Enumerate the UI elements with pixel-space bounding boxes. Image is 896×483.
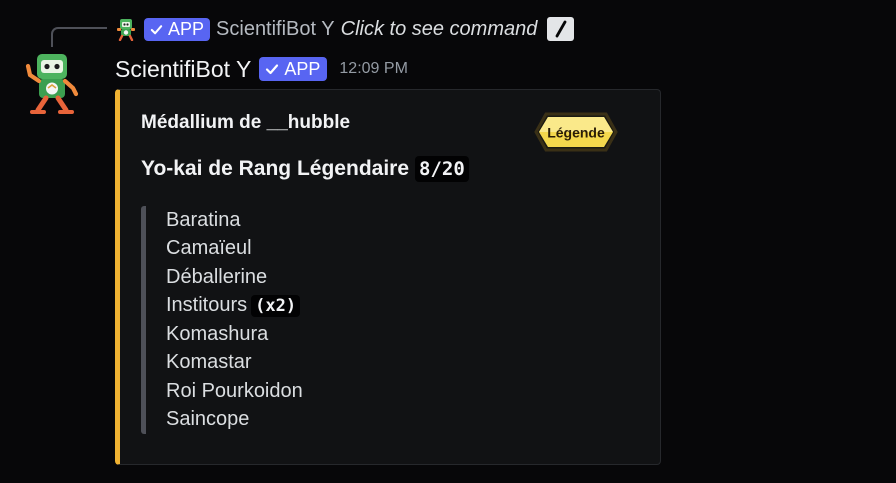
username[interactable]: ScientifiBot Y <box>115 56 251 83</box>
list-item: Baratina <box>166 206 541 235</box>
reply-app-tag-label: APP <box>168 19 205 39</box>
embed-title: Yo-kai de Rang Légendaire 8/20 <box>141 156 469 182</box>
legend-badge-label: Légende <box>547 125 605 141</box>
embed: Médallium de __hubble Yo-kai de Rang Lég… <box>115 89 661 465</box>
yokai-name: Roi Pourkoidon <box>166 379 303 402</box>
yokai-name: Baratina <box>166 208 241 231</box>
chat-message: APP ScientifiBot Y Click to see command … <box>0 0 896 483</box>
message-header: ScientifiBot Y APP 12:09 PM <box>115 54 408 84</box>
quantity-badge: (x2) <box>251 294 301 317</box>
slash-command-icon[interactable] <box>547 17 575 41</box>
count-badge: 8/20 <box>415 156 469 182</box>
list-item: Déballerine <box>166 263 541 292</box>
list-item: Institours (x2) <box>166 292 541 321</box>
app-tag: APP <box>259 57 328 81</box>
reply-spine <box>51 27 107 47</box>
reply-app-tag: APP <box>144 17 211 41</box>
list-item: Komashura <box>166 320 541 349</box>
reply-bot-name[interactable]: ScientifiBot Y <box>216 18 335 41</box>
embed-author: Médallium de __hubble <box>141 112 351 133</box>
yokai-name: Institours <box>166 294 248 317</box>
legend-rank-badge[interactable]: Légende <box>526 110 626 154</box>
see-command-link[interactable]: Click to see command <box>341 18 538 41</box>
app-tag-label: APP <box>284 59 321 79</box>
timestamp[interactable]: 12:09 PM <box>339 60 407 78</box>
reply-avatar-icon[interactable] <box>114 17 138 41</box>
embed-title-text: Yo-kai de Rang Légendaire <box>141 157 410 180</box>
list-item: Komastar <box>166 349 541 378</box>
yokai-name: Saincope <box>166 408 250 431</box>
list-item: Saincope <box>166 406 541 435</box>
reply-context[interactable]: APP ScientifiBot Y Click to see command <box>114 15 575 43</box>
yokai-name: Komastar <box>166 351 252 374</box>
robot-avatar-icon[interactable] <box>24 50 80 116</box>
yokai-list: Baratina Camaïeul Déballerine Institours (x2… <box>141 206 541 434</box>
check-icon <box>150 24 163 34</box>
yokai-name: Camaïeul <box>166 237 252 260</box>
yokai-name: Komashura <box>166 322 269 345</box>
check-icon <box>266 64 279 75</box>
list-item: Camaïeul <box>166 235 541 264</box>
yokai-name: Déballerine <box>166 265 268 288</box>
list-item: Roi Pourkoidon <box>166 377 541 406</box>
